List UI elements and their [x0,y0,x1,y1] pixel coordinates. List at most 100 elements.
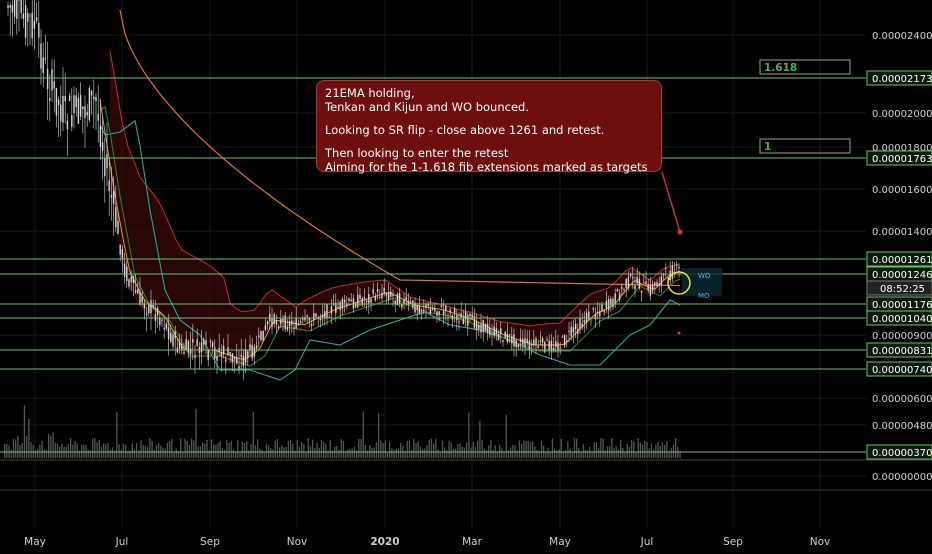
candle-body [242,355,245,366]
candle-body [66,120,69,130]
candle-body [306,315,308,317]
x-tick-label: Sep [723,536,743,548]
candle-body [434,308,436,312]
volume-bar [237,440,239,458]
volume-bar [316,442,318,458]
candle-body [280,318,282,325]
volume-bar [340,438,342,458]
volume-bar [4,443,6,458]
y-tick-label: 0.00001600 [872,185,932,196]
volume-bar [501,448,503,458]
volume-bar [490,440,492,458]
x-tick-label: Mar [462,536,482,548]
candle-body [475,321,478,331]
volume-bar [131,443,133,458]
candle-body [29,15,31,17]
volume-bar [164,448,166,458]
candle-body [522,338,524,345]
volume-bar [593,442,595,458]
candle-body [260,331,262,341]
volume-bar [259,448,261,458]
volume-bar [496,451,499,458]
volume-bar [41,440,43,458]
candle-body [409,301,412,303]
candle-body [225,359,227,362]
candle-body [189,348,192,354]
volume-bar [435,438,437,458]
candle-body [326,304,328,319]
candle-body [302,318,304,320]
volume-bar [360,439,362,458]
y-tick-label: 0.00001400 [872,227,932,238]
volume-bar [307,438,309,458]
candle-body [49,98,51,101]
volume-group [4,405,681,458]
volume-bar [450,442,452,458]
chart: May Jul Sep Nov 2020 Mar May Jul Sep Nov 0.0000240… [0,0,932,550]
volume-bar [430,438,433,458]
candle-body [73,95,75,113]
volume-bar [210,439,213,458]
volume-bar [329,440,331,458]
volume-bar [54,442,56,458]
candle-body [150,300,152,314]
candle-body [396,293,399,306]
candle-body [240,354,242,357]
candle-body [429,308,432,315]
volume-bar [380,440,382,458]
candle-body [453,308,456,313]
volume-bar [76,443,78,458]
volume-bar [516,450,518,458]
candle-body [244,349,247,363]
candle-body [203,339,205,345]
level-label: 0.00001763 [872,154,932,165]
volume-bar [107,442,109,458]
volume-bar [98,439,100,458]
volume-bar [529,442,532,458]
candle-body [255,345,258,349]
candle-body [24,5,27,38]
volume-bar [587,450,589,458]
candle-body [592,308,594,310]
candle-body [445,305,447,311]
candle-body [478,324,480,330]
volume-bar [120,449,122,458]
candle-body [211,342,214,348]
candle-body [27,13,29,22]
volume-bar [296,440,298,458]
volume-bar [19,444,21,458]
candle-body [394,300,396,304]
volume-bar [481,439,483,458]
volume-bar [560,438,562,458]
volume-bar [312,439,314,458]
volume-bar [424,448,426,458]
volume-bar [595,441,598,458]
x-tick-label: Sep [200,536,220,548]
candle-body [504,331,506,339]
volume-bar [547,447,549,458]
candle-body [35,17,38,21]
candle-body [387,292,390,300]
volume-bar [604,450,606,458]
candle-body [654,282,656,286]
volume-bar [637,438,639,458]
candle-body [11,5,14,13]
candle-body [60,104,62,122]
volume-bar [342,441,345,458]
volume-bar [569,448,571,458]
volume-bar [527,441,529,458]
candle-body [123,263,126,277]
candle-body [321,314,324,318]
volume-bar [166,443,169,458]
volume-bar [444,447,446,458]
candle-body [403,298,405,304]
candle-body [207,350,209,360]
candle-body [183,351,185,354]
volume-bar [648,448,650,458]
candle-body [304,316,306,321]
volume-bar [92,438,94,458]
candle-body [506,333,509,342]
candle-body [163,327,165,330]
volume-bar [463,447,466,458]
volume-bar [492,449,494,458]
